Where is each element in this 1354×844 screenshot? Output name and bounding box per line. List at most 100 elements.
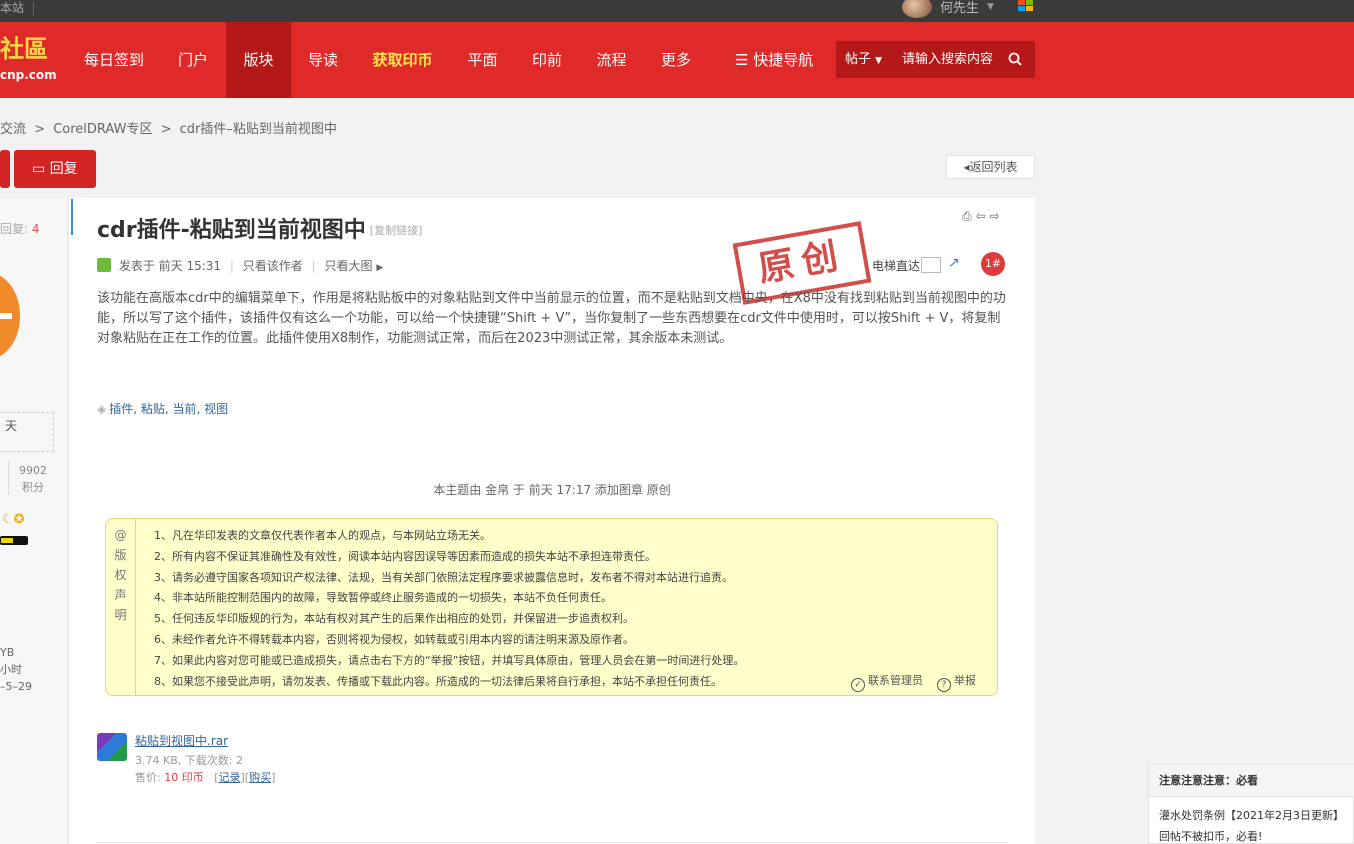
search-scope-label: 帖子 [845, 52, 872, 67]
post-marker [71, 199, 79, 235]
post-tools: ⎙⇦⇨ [962, 209, 1004, 224]
chevron-down-icon[interactable]: ▼ [987, 2, 994, 12]
floor-jump: 电梯直达 ↗ [872, 255, 960, 274]
points-stat[interactable]: 9902 积分 [19, 462, 47, 496]
notice-item: 1、凡在华印发表的文章仅代表作者本人的观点，与本网站立场无关。 [154, 529, 491, 542]
only-big-image-link[interactable]: 只看大图 [325, 259, 373, 273]
quick-nav-button[interactable]: ☰ 快捷导航 [735, 22, 813, 98]
moon-icon: ☾ [2, 512, 14, 527]
reply-label: 回复 [49, 161, 78, 177]
notice-side-char: @ [114, 528, 127, 542]
signin-days-box: 天 [0, 412, 54, 452]
breadcrumb-separator: > [160, 122, 172, 137]
points-label: 积分 [22, 481, 44, 494]
notice-list: 1、凡在华印发表的文章仅代表作者本人的观点，与本网站立场无关。 2、所有内容不保… [154, 526, 744, 692]
announcement-link[interactable]: 回帖不被扣币，必看! [1159, 828, 1262, 844]
triangle-right-icon[interactable]: ▶ [376, 263, 383, 273]
breadcrumb-item-current[interactable]: cdr插件–粘贴到当前视图中 [180, 122, 337, 137]
notice-item: 5、任何违反华印版规的行为，本站有权对其产生的后果作出相应的处罚，并保留进一步追… [154, 612, 634, 626]
buy-link[interactable]: 购买 [249, 771, 271, 784]
site-link[interactable]: 本站 [0, 0, 24, 16]
notice-item: 3、请务必遵守国家各项知识产权法律、法规，当有关部门依照法定程序要求披露信息时，… [154, 570, 733, 584]
author-avatar[interactable] [0, 273, 20, 359]
nav-item-portal[interactable]: 门户 [160, 22, 226, 98]
stat-divider [8, 461, 9, 495]
tag-list[interactable]: 插件, 粘贴, 当前, 视图 [109, 402, 228, 416]
meta-divider: | [229, 259, 234, 273]
user-name[interactable]: 何先生 [940, 0, 979, 16]
comment-icon: ▭ [32, 161, 46, 177]
meta-divider: | [311, 259, 316, 273]
jump-icon[interactable]: ↗ [948, 255, 960, 271]
contact-admin-label: 联系管理员 [868, 674, 923, 687]
notice-side-label: @ 版 权 声 明 [106, 519, 136, 695]
notice-side-char: 明 [114, 608, 127, 622]
reply-button[interactable]: ▭ 回复 [14, 150, 96, 188]
search-icon[interactable] [1008, 52, 1022, 66]
chevron-down-icon: ▼ [875, 56, 883, 66]
price-value: 10 印币 [164, 771, 204, 784]
search-scope-select[interactable]: 帖子 ▼ [845, 41, 882, 80]
topbar-divider [33, 2, 34, 16]
nav-item-forums[interactable]: 版块 [226, 22, 291, 98]
top-bar: 本站 何先生 ▼ [0, 0, 1354, 22]
post-main: cdr插件-粘贴到当前视图中 [复制链接] ⎙⇦⇨ 发表于 前天 15:31 | … [69, 198, 1035, 844]
nav-item-workflow[interactable]: 流程 [579, 22, 644, 98]
breadcrumb: 交流 > CorelDRAW专区 > cdr插件–粘贴到当前视图中 [0, 118, 341, 137]
next-thread-icon[interactable]: ⇨ [990, 209, 1004, 223]
notice-side-char: 声 [114, 588, 127, 602]
announcement-panel: 注意注意注意：必看 灌水处罚条例【2021年2月3日更新】 回帖不被扣币，必看! [1148, 764, 1354, 844]
nav-item-guide[interactable]: 导读 [291, 22, 355, 98]
rank-icons: ☾✪ [2, 512, 25, 527]
print-icon[interactable]: ⎙ [962, 209, 976, 223]
new-post-button[interactable] [0, 150, 10, 188]
search-input[interactable] [902, 41, 1002, 78]
only-author-link[interactable]: 只看该作者 [243, 259, 303, 273]
star-icon: ✪ [13, 512, 25, 527]
post-divider [97, 842, 1007, 843]
announcement-link[interactable]: 灌水处罚条例【2021年2月3日更新】 [1159, 807, 1344, 823]
nav-item-graphic[interactable]: 平面 [450, 22, 515, 98]
prev-thread-icon[interactable]: ⇦ [976, 209, 990, 223]
notice-item: 8、如果您不接受此声明，请勿发表、传播或下载此内容。所造成的一切法律后果将自行承… [154, 674, 722, 688]
notice-item: 6、未经作者允许不得转载本内容，否则将视为侵权，如转载或引用本内容的请注明来源及… [154, 632, 634, 646]
attachment-price: 售价: 10 印币 [记录][购买] [135, 771, 276, 784]
site-logo[interactable]: 社區 [0, 36, 48, 62]
points-value: 9902 [19, 464, 47, 477]
signin-days-label: 天 [5, 419, 18, 433]
price-label: 售价: [135, 771, 161, 784]
back-to-list-button[interactable]: ◂返回列表 [946, 155, 1035, 179]
attachment-size: 3.74 KB, 下载次数: 2 [135, 754, 243, 767]
post-title: cdr插件-粘贴到当前视图中 [复制链接] [97, 212, 422, 244]
posted-time: 前天 15:31 [158, 259, 222, 273]
author-info-line: –5–29 [0, 680, 32, 693]
report-link[interactable]: ? 举报 [937, 672, 976, 692]
nav-item-checkin[interactable]: 每日签到 [68, 22, 160, 98]
windows-logo-icon[interactable] [1018, 0, 1034, 12]
attachment-file-name[interactable]: 粘贴到视图中.rar [135, 732, 228, 749]
breadcrumb-item[interactable]: 交流 [0, 122, 26, 137]
reply-count: 回复: 4 [0, 220, 40, 237]
rar-file-icon [97, 733, 127, 761]
nav-item-get-coins[interactable]: 获取印币 [355, 22, 450, 98]
reply-count-value: 4 [31, 222, 40, 236]
copy-link[interactable]: [复制链接] [370, 224, 423, 237]
post-tags: ◈ 插件, 粘贴, 当前, 视图 [97, 400, 228, 417]
search-box: 帖子 ▼ [836, 41, 1035, 78]
floor-jump-input[interactable] [921, 257, 941, 273]
contact-admin-link[interactable]: ✓ 联系管理员 [851, 672, 923, 692]
floor-number-badge[interactable]: 1# [981, 252, 1005, 276]
notice-item: 7、如果此内容对您可能或已造成损失，请点击右下方的“举报”按钮，并填写具体原由，… [154, 653, 745, 667]
breadcrumb-separator: > [34, 122, 46, 137]
nav-item-more[interactable]: 更多 [644, 22, 708, 98]
report-label: 举报 [954, 674, 976, 687]
post-body: 该功能在高版本cdr中的编辑菜单下，作用是将粘贴板中的对象粘贴到文件中当前显示的… [97, 291, 1006, 346]
reply-count-label: 回复: [0, 222, 29, 236]
nav-item-prepress[interactable]: 印前 [515, 22, 579, 98]
list-icon: ☰ [735, 51, 749, 69]
purchase-record-link[interactable]: 记录 [219, 771, 241, 784]
level-bar [0, 536, 28, 545]
breadcrumb-item[interactable]: CorelDRAW专区 [53, 122, 152, 137]
user-avatar[interactable] [902, 0, 932, 18]
shield-icon: ✓ [851, 678, 865, 692]
